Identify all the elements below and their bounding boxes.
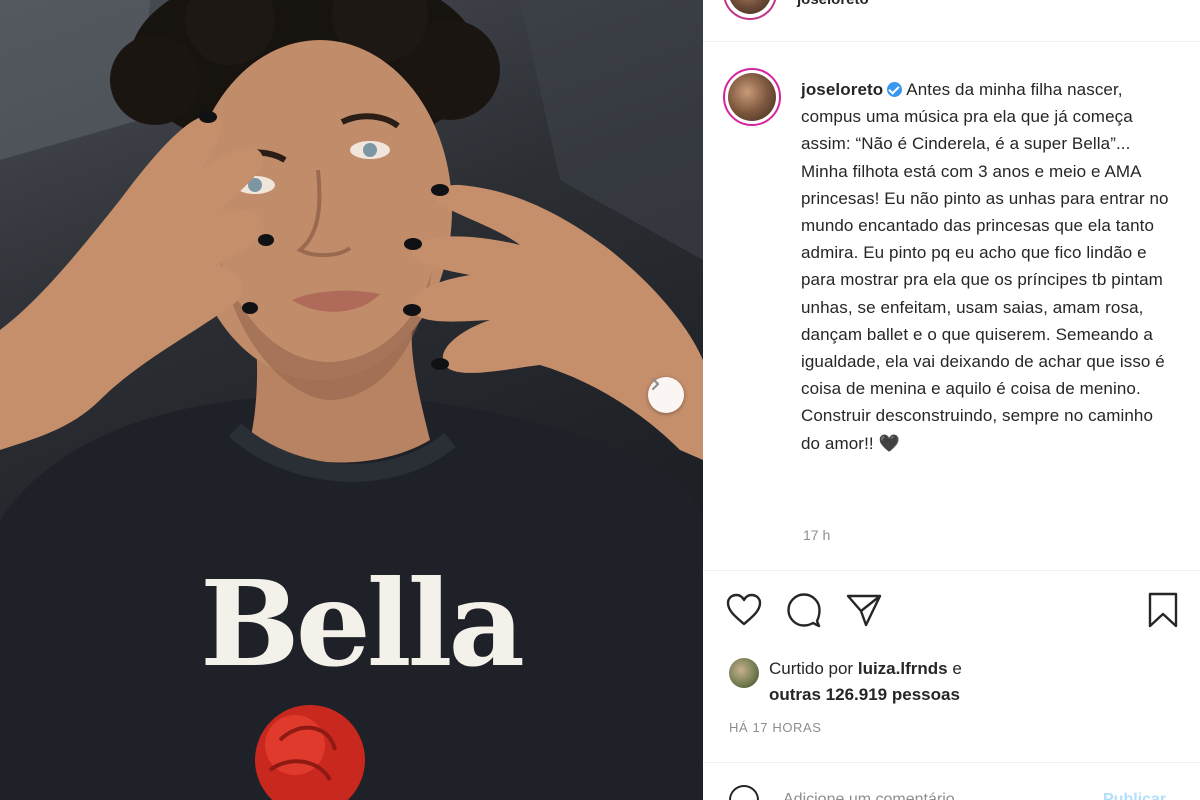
liker-avatar[interactable]: [729, 658, 759, 688]
post-timestamp[interactable]: HÁ 17 HORAS: [729, 720, 822, 735]
chevron-right-icon: [651, 377, 660, 391]
caption-username[interactable]: joseloreto: [801, 80, 883, 99]
next-image-button[interactable]: [648, 377, 684, 413]
header-avatar[interactable]: [723, 0, 777, 20]
comment-icon: [787, 593, 821, 628]
header-username[interactable]: joseloreto: [797, 0, 869, 8]
shirt-text: Bella: [200, 554, 525, 693]
likes-text: Curtido por luiza.lfrnds e outras 126.91…: [769, 656, 1189, 708]
action-bar: [703, 588, 1200, 632]
bookmark-icon: [1148, 592, 1178, 628]
share-icon: [846, 594, 882, 627]
post-photo[interactable]: Bella: [0, 0, 703, 800]
avatar[interactable]: [723, 68, 781, 126]
publish-button[interactable]: Publicar: [1103, 791, 1166, 800]
divider: [703, 570, 1200, 571]
post-side-panel: joseloreto joseloretoAntes da minha filh…: [703, 0, 1200, 800]
verified-badge-icon: [887, 82, 903, 97]
caption-time[interactable]: 17 h: [803, 527, 830, 543]
liker-username[interactable]: luiza.lfrnds: [858, 659, 948, 678]
emoji-icon[interactable]: [729, 785, 759, 800]
comment-button[interactable]: [784, 588, 824, 632]
caption-body: Antes da minha filha nascer, compus uma …: [801, 80, 1169, 453]
share-button[interactable]: [844, 588, 884, 632]
likes-prefix: Curtido por: [769, 659, 854, 678]
caption-text: joseloreto Antes da minha filha nascer, c…: [801, 76, 1173, 457]
heart-icon: [726, 593, 762, 626]
comment-box: Publicar: [703, 763, 1200, 800]
likes-connector: e: [952, 659, 962, 678]
save-button[interactable]: [1143, 588, 1183, 632]
likes-count[interactable]: outras 126.919 pessoas: [769, 685, 960, 704]
post-header: joseloreto: [703, 0, 1200, 42]
like-button[interactable]: [724, 588, 764, 632]
comment-input[interactable]: [783, 791, 1083, 800]
